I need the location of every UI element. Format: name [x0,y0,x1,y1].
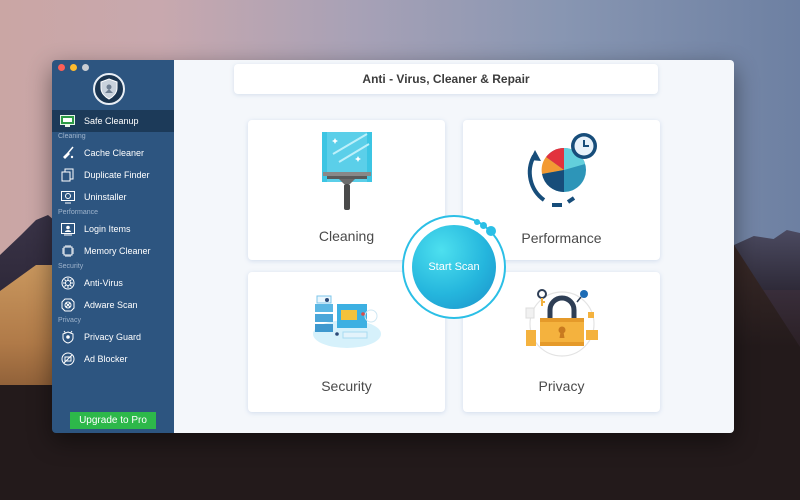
close-window-button[interactable] [58,64,65,71]
app-logo [93,73,125,105]
sidebar-item-label: Privacy Guard [84,332,142,342]
squeegee-icon [248,132,445,212]
sidebar-item-label: Uninstaller [84,192,127,202]
section-label-security: Security [58,263,84,270]
sidebar-menu: Safe Cleanup Cleaning Cache Cleaner Dupl… [52,110,174,370]
adware-scan-icon [60,298,75,313]
monitor-icon [60,114,75,129]
ad-blocker-icon [60,352,75,367]
app-window: Safe Cleanup Cleaning Cache Cleaner Dupl… [52,60,734,433]
privacy-guard-icon [60,330,75,345]
card-label: Security [321,378,372,394]
shield-icon [100,78,118,100]
start-scan-button[interactable]: Start Scan [412,225,496,309]
section-label-performance: Performance [58,209,99,216]
sidebar-item-duplicate-finder[interactable]: Duplicate Finder [52,164,174,186]
sidebar-item-ad-blocker[interactable]: Ad Blocker [52,348,174,370]
uninstall-monitor-icon [60,190,75,205]
sidebar-item-label: Login Items [84,224,131,234]
upgrade-to-pro-button[interactable]: Upgrade to Pro [70,412,156,429]
section-label-privacy: Privacy [58,317,81,324]
sidebar-item-login-items[interactable]: Login Items [52,218,174,240]
sidebar-item-label: Ad Blocker [84,354,128,364]
sidebar-item-anti-virus[interactable]: Anti-Virus [52,272,174,294]
sidebar-item-adware-scan[interactable]: Adware Scan [52,294,174,316]
sidebar-item-privacy-guard[interactable]: Privacy Guard [52,326,174,348]
card-label: Privacy [538,378,585,394]
sidebar-item-label: Anti-Virus [84,278,123,288]
chip-icon [60,244,75,259]
zoom-window-button[interactable] [82,64,89,71]
minimize-window-button[interactable] [70,64,77,71]
broom-icon [60,146,75,161]
virus-icon [60,276,75,291]
sidebar-item-uninstaller[interactable]: Uninstaller [52,186,174,208]
login-user-icon [60,222,75,237]
desktop-wallpaper-dune [0,265,60,395]
window-controls [58,64,89,71]
sidebar: Safe Cleanup Cleaning Cache Cleaner Dupl… [52,60,174,433]
duplicate-files-icon [60,168,75,183]
section-label-cleaning: Cleaning [58,133,86,140]
sidebar-item-label: Memory Cleaner [84,246,151,256]
sidebar-item-memory-cleaner[interactable]: Memory Cleaner [52,240,174,262]
sidebar-item-label: Cache Cleaner [84,148,145,158]
ring-bead [486,226,496,236]
sidebar-item-cache-cleaner[interactable]: Cache Cleaner [52,142,174,164]
sidebar-item-safe-cleanup[interactable]: Safe Cleanup [52,110,174,132]
main-panel: Anti - Virus, Cleaner & Repair Cleaning [174,60,734,433]
start-scan-control: Start Scan [402,215,506,319]
sidebar-item-label: Safe Cleanup [84,116,139,126]
sidebar-item-label: Adware Scan [84,300,138,310]
sidebar-item-label: Duplicate Finder [84,170,150,180]
performance-pie-clock-icon [463,130,660,210]
page-title: Anti - Virus, Cleaner & Repair [234,64,658,94]
